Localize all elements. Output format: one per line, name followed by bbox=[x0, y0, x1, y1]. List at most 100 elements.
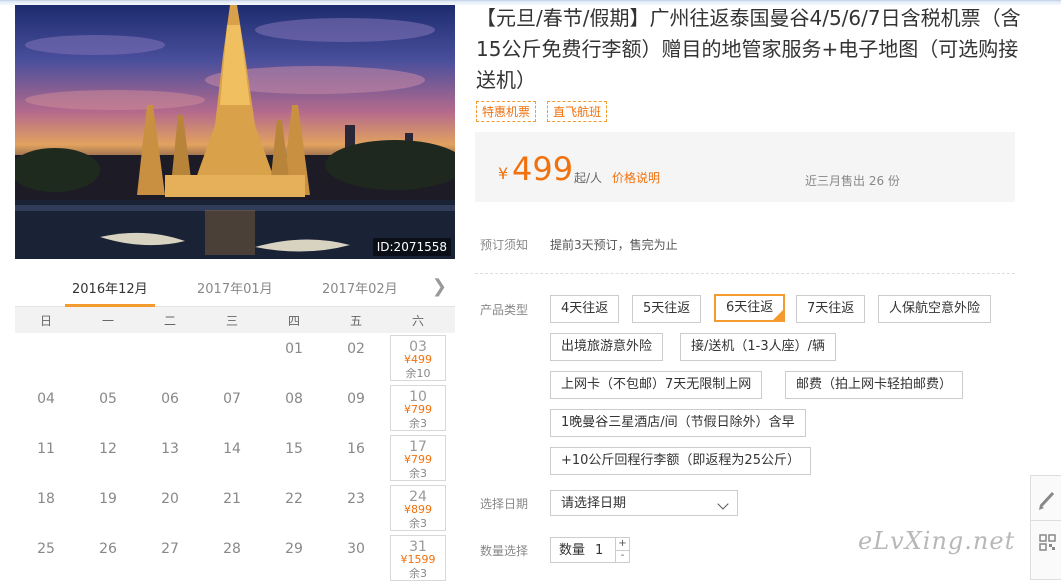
calendar-day-available[interactable]: 24 ¥899 余3 bbox=[387, 483, 449, 533]
temple-illustration bbox=[15, 5, 455, 259]
pencil-icon bbox=[1039, 491, 1055, 510]
day-number: 27 bbox=[161, 541, 179, 557]
day-number: 07 bbox=[223, 391, 241, 407]
calendar-day: 15 bbox=[263, 433, 325, 483]
day-number: 13 bbox=[161, 441, 179, 457]
option-airport-transfer[interactable]: 接/送机（1-3人座）/辆 bbox=[680, 333, 836, 361]
weekday-label: 一 bbox=[101, 313, 114, 328]
decrease-button[interactable]: - bbox=[615, 550, 629, 562]
weekday-label: 三 bbox=[225, 313, 238, 328]
weekday-label: 二 bbox=[163, 313, 176, 328]
day-number: 26 bbox=[99, 541, 117, 557]
calendar-day: 06 bbox=[139, 383, 201, 433]
date-select[interactable]: 请选择日期 bbox=[550, 490, 738, 516]
calendar-day: 12 bbox=[77, 433, 139, 483]
calendar-day: 23 bbox=[325, 483, 387, 533]
calendar-day: 28 bbox=[201, 533, 263, 583]
type-label: 产品类型 bbox=[480, 303, 529, 317]
feedback-button[interactable] bbox=[1030, 475, 1061, 521]
next-month-icon[interactable]: ❯ bbox=[432, 276, 447, 297]
option-postage[interactable]: 邮费（拍上网卡轻拍邮费） bbox=[785, 371, 964, 399]
option-sim-card[interactable]: 上网卡（不包邮）7天无限制上网 bbox=[550, 371, 763, 399]
day-number: 28 bbox=[223, 541, 241, 557]
image-id-label: ID:2071558 bbox=[372, 238, 451, 256]
month-tabs: 2016年12月 2017年01月 2017年02月 ❯ bbox=[15, 270, 455, 307]
calendar-day: 04 bbox=[15, 383, 77, 433]
qty-label: 数量选择 bbox=[480, 544, 529, 558]
calendar-day bbox=[77, 333, 139, 383]
calendar-day: 13 bbox=[139, 433, 201, 483]
day-number: 04 bbox=[37, 391, 55, 407]
qrcode-button[interactable] bbox=[1030, 520, 1061, 580]
option-extra-baggage[interactable]: +10公斤回程行李额（即返程为25公斤） bbox=[550, 447, 811, 475]
day-number: 12 bbox=[99, 441, 117, 457]
calendar-day-available[interactable]: 10 ¥799 余3 bbox=[387, 383, 449, 433]
calendar-day: 19 bbox=[77, 483, 139, 533]
weekday-label: 五 bbox=[349, 313, 362, 328]
calendar-day-available[interactable]: 31 ¥1599 余3 bbox=[387, 533, 449, 583]
calendar-day: 05 bbox=[77, 383, 139, 433]
month-tab-2[interactable]: 2017年01月 bbox=[197, 278, 273, 297]
product-tags: 特惠机票 直飞航班 bbox=[476, 101, 613, 122]
calendar-day: 27 bbox=[139, 533, 201, 583]
calendar-day: 11 bbox=[15, 433, 77, 483]
month-tab-1[interactable]: 2016年12月 bbox=[72, 278, 148, 297]
day-number: 14 bbox=[223, 441, 241, 457]
day-number: 25 bbox=[37, 541, 55, 557]
weekday-label: 六 bbox=[411, 313, 424, 328]
option-hotel[interactable]: 1晚曼谷三星酒店/间（节假日除外）含早 bbox=[550, 409, 806, 437]
day-number: 05 bbox=[99, 391, 117, 407]
price-box: ¥ 499 起/人 价格说明 近三月售出 26 份 bbox=[475, 132, 1015, 202]
day-number: 21 bbox=[223, 491, 241, 507]
day-number: 22 bbox=[285, 491, 303, 507]
calendar-day: 29 bbox=[263, 533, 325, 583]
calendar-day bbox=[139, 333, 201, 383]
price-note-link[interactable]: 价格说明 bbox=[612, 169, 660, 186]
month-tab-3[interactable]: 2017年02月 bbox=[322, 278, 398, 297]
day-stock: 余3 bbox=[409, 417, 427, 430]
option-6day-selected[interactable]: 6天往返 bbox=[714, 294, 786, 322]
day-number: 19 bbox=[99, 491, 117, 507]
day-stock: 余10 bbox=[405, 367, 431, 380]
option-travel-insurance[interactable]: 出境旅游意外险 bbox=[550, 333, 664, 361]
calendar-day: 20 bbox=[139, 483, 201, 533]
product-title: 【元旦/春节/假期】广州往返泰国曼谷4/5/6/7日含税机票（含15公斤免费行李… bbox=[476, 6, 1021, 92]
divider bbox=[475, 273, 1015, 274]
day-number: 11 bbox=[37, 441, 55, 457]
selected-check-icon bbox=[773, 310, 784, 320]
calendar-day: 09 bbox=[325, 383, 387, 433]
notice-text: 提前3天预订，售完为止 bbox=[550, 238, 678, 252]
day-number: 20 bbox=[161, 491, 179, 507]
product-photo: ID:2071558 bbox=[15, 5, 455, 259]
calendar-day bbox=[15, 333, 77, 383]
day-stock: 余3 bbox=[409, 567, 427, 580]
qty-value[interactable]: 1 bbox=[595, 538, 603, 564]
qrcode-icon bbox=[1039, 534, 1056, 551]
option-7day[interactable]: 7天往返 bbox=[796, 295, 866, 323]
price-calendar: 2016年12月 2017年01月 2017年02月 ❯ 日一二三四五六 01 0… bbox=[15, 270, 455, 583]
day-stock: 余3 bbox=[409, 517, 427, 530]
day-number: 08 bbox=[285, 391, 303, 407]
sold-count: 近三月售出 26 份 bbox=[805, 174, 900, 188]
day-number: 16 bbox=[347, 441, 365, 457]
calendar-day: 16 bbox=[325, 433, 387, 483]
calendar-day-available[interactable]: 03 ¥499 余10 bbox=[387, 333, 449, 383]
active-month-underline bbox=[65, 304, 155, 307]
calendar-day: 25 bbox=[15, 533, 77, 583]
price-value: 499 bbox=[512, 150, 574, 188]
option-6day-label: 6天往返 bbox=[726, 300, 774, 315]
option-5day[interactable]: 5天往返 bbox=[632, 295, 702, 323]
day-number: 18 bbox=[37, 491, 55, 507]
day-number: 01 bbox=[285, 341, 303, 357]
calendar-day: 07 bbox=[201, 383, 263, 433]
calendar-day: 21 bbox=[201, 483, 263, 533]
calendar-day: 18 bbox=[15, 483, 77, 533]
option-4day[interactable]: 4天往返 bbox=[550, 295, 620, 323]
day-number: 15 bbox=[285, 441, 303, 457]
calendar-day: 22 bbox=[263, 483, 325, 533]
weekday-label: 日 bbox=[39, 313, 52, 328]
option-air-insurance[interactable]: 人保航空意外险 bbox=[878, 295, 992, 323]
day-number: 09 bbox=[347, 391, 365, 407]
calendar-day-available[interactable]: 17 ¥799 余3 bbox=[387, 433, 449, 483]
quantity-stepper: 数量 1 + - bbox=[550, 537, 630, 563]
